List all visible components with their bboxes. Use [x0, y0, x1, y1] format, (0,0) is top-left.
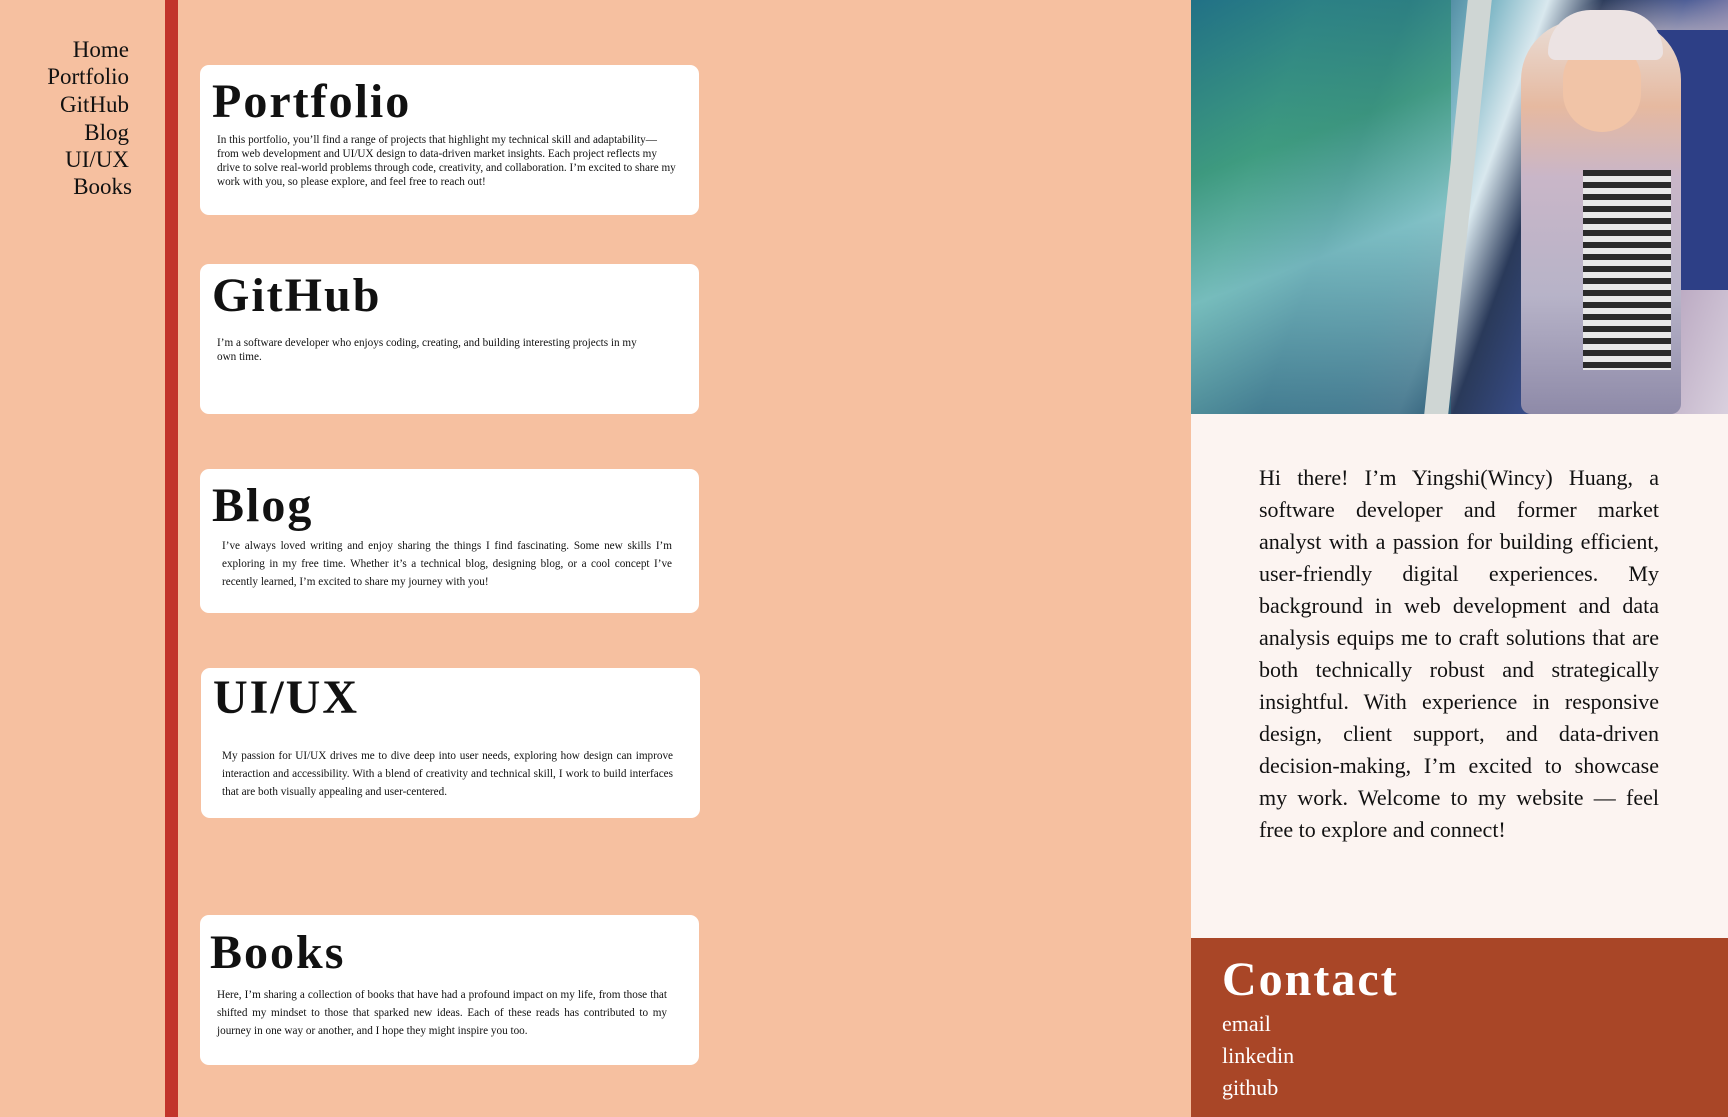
nav-blog-link[interactable]: Blog: [84, 120, 129, 146]
books-card-title: Books: [210, 926, 346, 979]
blog-card-text: I’ve always loved writing and enjoy shar…: [222, 540, 672, 588]
nav-uiux-link[interactable]: UI/UX: [65, 147, 129, 173]
portfolio-card[interactable]: Portfolio In this portfolio, you’ll find…: [200, 65, 699, 215]
profile-photo: [1191, 0, 1728, 414]
nav-home-link[interactable]: Home: [73, 37, 129, 63]
github-card-title: GitHub: [212, 269, 382, 322]
blog-card-title: Blog: [212, 479, 314, 532]
blog-card[interactable]: Blog I’ve always loved writing and enjoy…: [200, 469, 699, 613]
uiux-card-text: My passion for UI/UX drives me to dive d…: [222, 750, 673, 798]
cap: [1548, 10, 1663, 60]
contact-linkedin-link[interactable]: linkedin: [1222, 1043, 1294, 1069]
side-nav: Home Portfolio GitHub Blog UI/UX Books: [0, 0, 165, 1117]
vertical-divider: [165, 0, 178, 1117]
nav-github-link[interactable]: GitHub: [60, 92, 129, 118]
github-card-text: I’m a software developer who enjoys codi…: [217, 337, 637, 363]
about-section: Hi there! I’m Yingshi(Wincy) Huang, a so…: [1191, 414, 1728, 938]
contact-github-link[interactable]: github: [1222, 1075, 1278, 1101]
contact-email-link[interactable]: email: [1222, 1011, 1271, 1037]
github-card[interactable]: GitHub I’m a software developer who enjo…: [200, 264, 699, 414]
contact-title: Contact: [1222, 953, 1399, 1006]
books-card[interactable]: Books Here, I’m sharing a collection of …: [200, 915, 699, 1065]
portfolio-card-text: In this portfolio, you’ll find a range o…: [217, 134, 676, 188]
train-window-background: [1191, 0, 1451, 414]
uiux-card-title: UI/UX: [213, 671, 360, 724]
nav-portfolio-link[interactable]: Portfolio: [47, 64, 129, 90]
uiux-card[interactable]: UI/UX My passion for UI/UX drives me to …: [201, 668, 700, 818]
striped-top: [1583, 170, 1671, 370]
contact-section: Contact email linkedin github: [1191, 938, 1728, 1117]
books-card-text: Here, I’m sharing a collection of books …: [217, 989, 667, 1037]
about-text: Hi there! I’m Yingshi(Wincy) Huang, a so…: [1259, 465, 1659, 842]
nav-books-link[interactable]: Books: [73, 174, 132, 200]
portfolio-card-title: Portfolio: [212, 75, 412, 128]
